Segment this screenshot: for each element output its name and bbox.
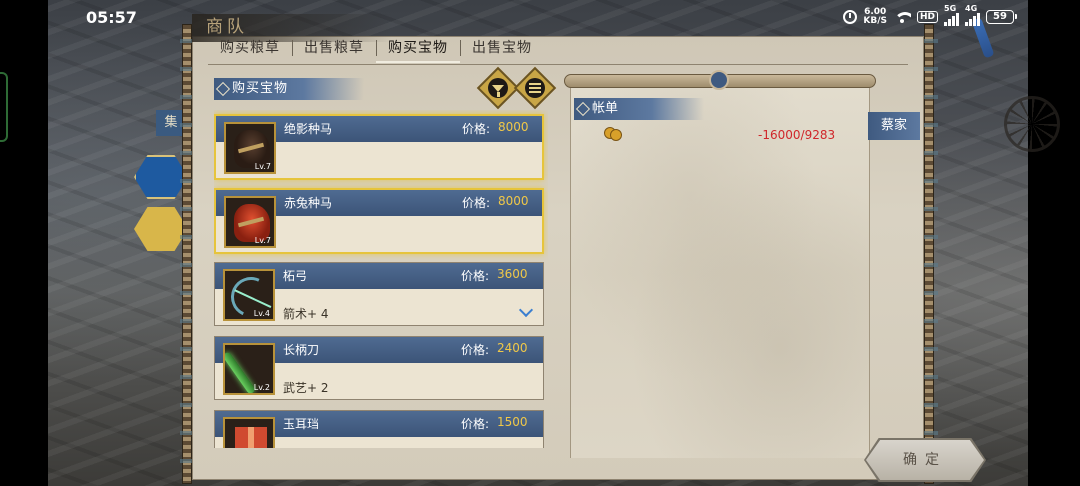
item-icon-slot: Lv.2: [223, 343, 275, 395]
item-name: 柘弓: [283, 269, 308, 283]
item-name: 绝影种马: [284, 122, 333, 136]
item-price-label: 价格:: [461, 269, 490, 283]
side-tab-cai-family[interactable]: 蔡家: [868, 112, 920, 140]
status-time: 05:57: [86, 8, 137, 27]
tab-bar: 购买粮草 出售粮草 购买宝物 出售宝物: [208, 37, 544, 65]
ledger-scroll: [570, 88, 870, 458]
network-speed: 6.00 KB/S: [863, 7, 887, 26]
item-price: 8000: [498, 194, 529, 208]
camera-notch: [0, 72, 8, 142]
list-item-jade-earring[interactable]: 玉耳珰 价格: 1500: [214, 410, 544, 448]
list-item-long-blade[interactable]: Lv.2 长柄刀 价格: 2400 武艺+ 2: [214, 336, 544, 400]
item-name: 长柄刀: [283, 343, 320, 357]
item-price: 3600: [497, 267, 528, 281]
signal-5g-label: 5G: [944, 4, 957, 13]
hd-badge: HD: [916, 10, 938, 23]
item-stat: 武艺+ 2: [283, 381, 329, 395]
ledger-total: 9283: [804, 128, 836, 142]
ledger-scroll-knob: [709, 70, 729, 90]
item-price: 1500: [497, 415, 528, 429]
panel-rope-left: [180, 24, 196, 484]
item-level: Lv.4: [253, 309, 270, 318]
list-icon: [529, 83, 541, 93]
item-level: Lv.2: [253, 383, 270, 392]
item-name: 赤兔种马: [284, 196, 333, 210]
item-price-label: 价格:: [462, 196, 491, 210]
coin-icon: [604, 127, 622, 141]
ledger-change: -16000: [758, 128, 801, 142]
confirm-button[interactable]: 确定: [866, 440, 984, 480]
funnel-icon: [492, 84, 504, 92]
list-section-title: 购买宝物: [214, 78, 364, 100]
item-price-label: 价格:: [462, 122, 491, 136]
item-icon-slot: [223, 417, 275, 448]
chevron-down-icon[interactable]: [518, 302, 534, 318]
list-item-zhe-bow[interactable]: Lv.4 柘弓 价格: 3600 箭术+ 4: [214, 262, 544, 326]
status-bar: 05:57 6.00 KB/S HD 5G 4G 59: [48, 0, 1028, 34]
item-level: Lv.7: [254, 236, 271, 245]
signal-5g-icon: 5G: [944, 4, 959, 26]
item-level: Lv.7: [254, 162, 271, 171]
tab-sell-grain[interactable]: 出售粮草: [292, 37, 376, 63]
ledger-title: 帐单: [574, 98, 704, 120]
status-icons: 6.00 KB/S HD 5G 4G 59: [843, 4, 1017, 26]
battery-icon: 59: [986, 9, 1017, 24]
screen-right-edge: [1028, 0, 1080, 486]
tab-divider: [208, 64, 908, 65]
background-wheel-icon: [1004, 96, 1060, 152]
wifi-icon: [893, 10, 911, 24]
jade-earring-icon: [235, 427, 267, 448]
item-icon-slot: Lv.4: [223, 269, 275, 321]
item-icon-slot: Lv.7: [224, 122, 276, 174]
screen-left-edge: [0, 0, 48, 486]
network-speed-unit: KB/S: [863, 15, 887, 26]
item-price: 2400: [497, 341, 528, 355]
list-item-chitu-horse[interactable]: Lv.7 赤兔种马 价格: 8000: [214, 188, 544, 254]
blade-icon: [225, 351, 257, 393]
item-icon-slot: Lv.7: [224, 196, 276, 248]
ledger-money: -16000/9283: [758, 128, 835, 142]
item-price-label: 价格:: [461, 417, 490, 431]
tab-buy-grain[interactable]: 购买粮草: [208, 37, 292, 63]
tab-buy-treasure[interactable]: 购买宝物: [376, 37, 460, 63]
signal-4g-icon: 4G: [965, 4, 980, 26]
tab-sell-treasure[interactable]: 出售宝物: [460, 37, 544, 63]
item-price-label: 价格:: [461, 343, 490, 357]
treasure-list[interactable]: Lv.7 绝影种马 价格: 8000 Lv.7 赤兔种马 价格: 8000 Lv…: [214, 110, 548, 448]
item-name: 玉耳珰: [283, 417, 320, 431]
caravan-panel: 商队 购买粮草 出售粮草 购买宝物 出售宝物 购买宝物 Lv.7 绝影种马 价格…: [178, 14, 938, 484]
signal-4g-label: 4G: [965, 4, 978, 13]
item-price: 8000: [498, 120, 529, 134]
alarm-icon: [843, 9, 858, 24]
item-stat: 箭术+ 4: [283, 307, 329, 321]
panel-rope-right: [922, 24, 938, 484]
list-item-jueying-horse[interactable]: Lv.7 绝影种马 价格: 8000: [214, 114, 544, 180]
